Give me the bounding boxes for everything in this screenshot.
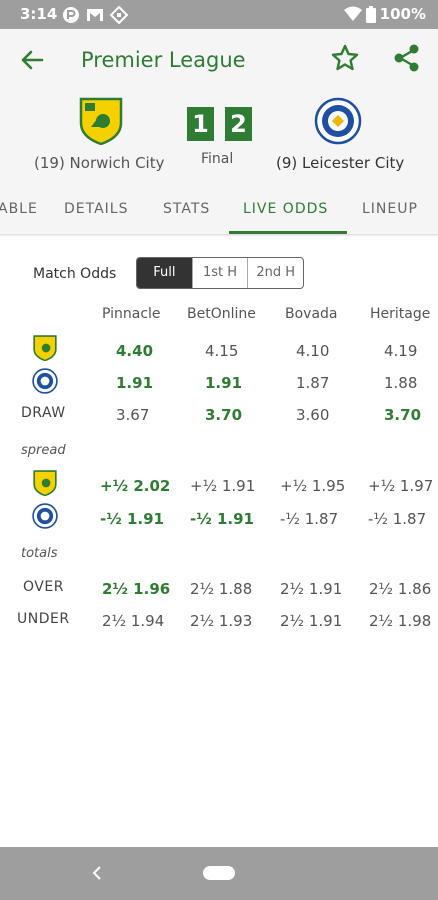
over-label: OVER [23,579,64,595]
spread-cell: -½ 1.87 [280,510,339,528]
away-score: 2 [225,107,252,141]
spread-section-label: spread [21,443,66,458]
totals-cell: 2½ 1.88 [190,580,253,598]
odds-cell: 4.40 [116,342,154,360]
battery-icon [365,5,376,23]
system-icons: 100% [343,5,426,23]
tab-stats[interactable]: STATS [163,201,210,217]
norwich-city-crest-icon [33,470,57,496]
totals-cell: 2½ 1.91 [280,580,343,598]
totals-cell: 2½ 1.93 [190,612,253,630]
home-score: 1 [187,107,214,141]
home-team-name: (19) Norwich City [34,154,165,172]
period-second-half[interactable]: 2nd H [248,258,303,288]
away-team-name: (9) Leicester City [276,154,405,172]
tab-bar: ABLE DETAILS STATS LIVE ODDS LINEUP [0,187,438,234]
nav-home-pill[interactable] [203,866,235,880]
norwich-city-crest-icon [79,97,123,145]
spread-cell: -½ 1.87 [368,510,427,528]
match-status: Final [201,151,234,167]
under-label: UNDER [17,611,70,627]
spread-cell: -½ 1.91 [190,510,254,528]
tab-lineup[interactable]: LINEUP [362,201,418,217]
tab-details[interactable]: DETAILS [64,201,128,217]
odds-cell: 1.91 [116,374,154,392]
system-nav-bar [0,847,438,900]
tab-table[interactable]: ABLE [0,201,38,217]
bookmaker-header: Heritage [370,306,431,322]
spread-cell: +½ 1.91 [190,477,256,495]
market-label: Match Odds [33,266,117,282]
bookmaker-header: Pinnacle [102,306,161,322]
totals-section-label: totals [21,546,58,561]
match-header: Premier League (19) Norwich City (9) Lei… [0,29,438,234]
odds-cell: 1.91 [205,374,243,392]
totals-cell: 2½ 1.96 [102,580,171,598]
app-notification-icon [63,7,79,23]
leicester-city-crest-icon [32,368,58,394]
draw-label: DRAW [21,405,66,421]
odds-cell: 1.88 [384,374,418,392]
period-first-half[interactable]: 1st H [193,258,249,288]
leicester-city-crest-icon [32,503,58,529]
battery-percent: 100% [379,5,426,23]
status-bar: 3:14 100% [0,0,438,29]
spread-cell: +½ 1.97 [368,477,434,495]
totals-cell: 2½ 1.98 [369,612,432,630]
odds-cell: 4.15 [205,342,239,360]
spread-cell: -½ 1.91 [100,510,164,528]
page-title: Premier League [81,48,246,72]
back-arrow-icon[interactable] [18,46,46,74]
status-time: 3:14 [20,5,58,23]
period-full[interactable]: Full [137,258,193,288]
favorite-star-icon[interactable] [330,43,360,73]
bookmaker-header: Bovada [285,306,338,322]
bookmaker-header: BetOnline [187,306,256,322]
tab-live-odds[interactable]: LIVE ODDS [243,201,328,217]
odds-cell: 4.19 [384,342,418,360]
dnd-icon [110,6,128,24]
totals-cell: 2½ 1.94 [102,612,165,630]
wifi-icon [343,6,362,21]
odds-cell: 3.60 [296,406,330,424]
totals-cell: 2½ 1.91 [280,612,343,630]
totals-cell: 2½ 1.86 [369,580,432,598]
gmail-icon [87,9,103,21]
odds-cell: 4.10 [296,342,330,360]
odds-cell: 3.67 [116,406,150,424]
odds-cell: 3.70 [384,406,422,424]
spread-cell: +½ 2.02 [100,477,171,495]
header-shadow [0,234,438,237]
odds-cell: 1.87 [296,374,330,392]
leicester-city-crest-icon [314,97,362,145]
norwich-city-crest-icon [33,335,57,361]
nav-back-icon[interactable] [90,864,104,882]
period-selector: Full 1st H 2nd H [136,257,304,289]
odds-cell: 3.70 [205,406,243,424]
notification-icons [62,6,128,24]
share-icon[interactable] [392,43,422,73]
spread-cell: +½ 1.95 [280,477,346,495]
